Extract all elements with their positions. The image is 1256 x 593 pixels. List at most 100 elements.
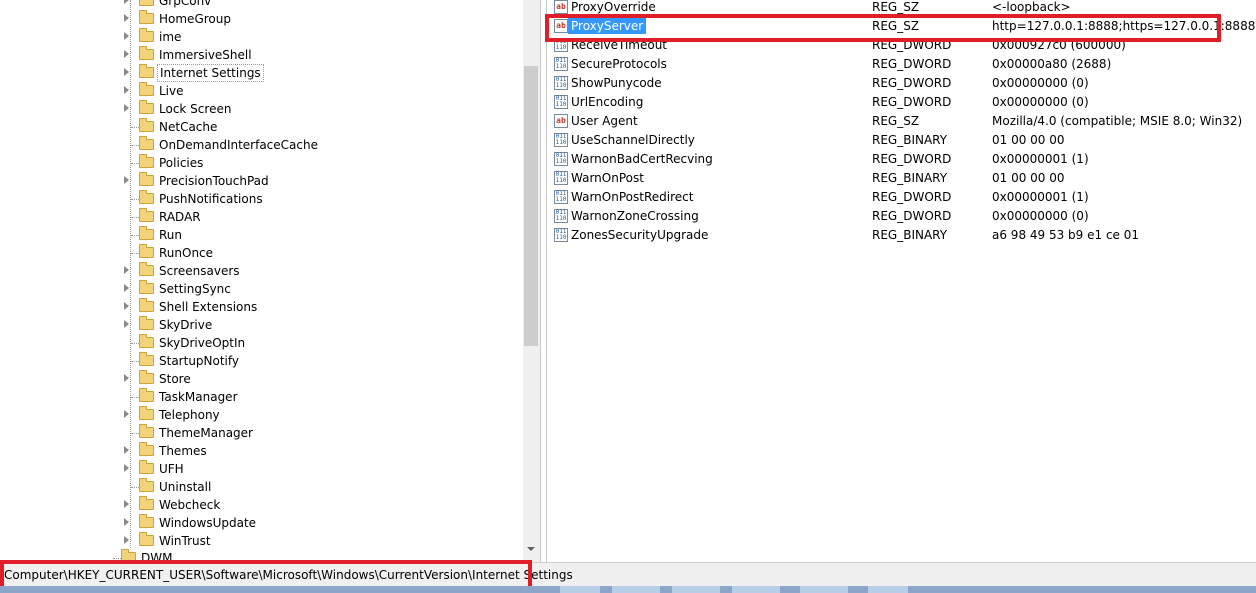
- expand-arrow-icon[interactable]: [124, 176, 129, 184]
- folder-icon: [139, 262, 154, 276]
- tree-key-item[interactable]: Themes: [0, 442, 520, 460]
- expand-arrow-icon[interactable]: [124, 518, 129, 526]
- tree-key-item[interactable]: PrecisionTouchPad: [0, 172, 520, 190]
- tree-key-item[interactable]: NetCache: [0, 118, 520, 136]
- tree-key-item[interactable]: SkyDrive: [0, 316, 520, 334]
- tree-key-item[interactable]: ThemeManager: [0, 424, 520, 442]
- expand-arrow-icon[interactable]: [124, 464, 129, 472]
- tree-connector-line: [131, 217, 139, 218]
- tree-key-item[interactable]: Store: [0, 370, 520, 388]
- taskbar-button[interactable]: [732, 586, 780, 593]
- tree-key-label: RADAR: [159, 210, 201, 224]
- registry-value-row[interactable]: 011 110 WarnonZoneCrossing REG_DWORD 0x00000…: [547, 207, 1256, 226]
- taskbar-button[interactable]: [612, 586, 660, 593]
- tree-key-item[interactable]: PushNotifications: [0, 190, 520, 208]
- expand-arrow-icon[interactable]: [124, 104, 129, 112]
- tree-key-label: ImmersiveShell: [159, 48, 252, 62]
- tree-key-item[interactable]: DWM: [0, 549, 502, 562]
- value-data: 0x00000001 (1): [992, 190, 1089, 204]
- tree-key-item[interactable]: ImmersiveShell: [0, 46, 520, 64]
- tree-key-item[interactable]: TaskManager: [0, 388, 520, 406]
- tree-key-item[interactable]: Shell Extensions: [0, 298, 520, 316]
- registry-value-row[interactable]: 011 110 WarnOnPostRedirect REG_DWORD 0x00000…: [547, 188, 1256, 207]
- tree-key-item[interactable]: WindowsUpdate: [0, 514, 520, 532]
- registry-value-row[interactable]: 011 110 WarnonBadCertRecving REG_DWORD 0x000…: [547, 150, 1256, 169]
- value-name: ProxyOverride: [571, 0, 656, 14]
- string-value-icon: ab: [554, 19, 568, 33]
- expand-arrow-icon[interactable]: [124, 266, 129, 274]
- tree-key-item[interactable]: StartupNotify: [0, 352, 520, 370]
- expand-arrow-icon[interactable]: [124, 86, 129, 94]
- expand-arrow-icon[interactable]: [124, 14, 129, 22]
- expand-arrow-icon[interactable]: [124, 536, 129, 544]
- expand-arrow-icon[interactable]: [124, 32, 129, 40]
- tree-key-item[interactable]: ime: [0, 28, 520, 46]
- taskbar-button[interactable]: [800, 586, 848, 593]
- expand-arrow-icon[interactable]: [124, 446, 129, 454]
- value-data: a6 98 49 53 b9 e1 ce 01: [992, 228, 1140, 242]
- expand-arrow-icon[interactable]: [124, 500, 129, 508]
- taskbar-button[interactable]: [672, 586, 720, 593]
- tree-key-label: TaskManager: [159, 390, 238, 404]
- tree-key-item[interactable]: RADAR: [0, 208, 520, 226]
- folder-icon: [139, 154, 154, 168]
- tree-key-item[interactable]: Policies: [0, 154, 520, 172]
- registry-value-row[interactable]: 011 110 ShowPunycode REG_DWORD 0x00000000 (0…: [547, 74, 1256, 93]
- expand-arrow-icon[interactable]: [124, 302, 129, 310]
- value-data: 0x00000000 (0): [992, 209, 1089, 223]
- registry-value-row[interactable]: ab ProxyServer REG_SZ http=127.0.0.1:8888;h…: [547, 17, 1256, 36]
- scrollbar-thumb[interactable]: [524, 66, 538, 346]
- tree-key-item[interactable]: UFH: [0, 460, 520, 478]
- tree-connector-line: [131, 127, 139, 128]
- tree-key-item[interactable]: Screensavers: [0, 262, 520, 280]
- folder-icon: [139, 28, 154, 42]
- scroll-down-arrow-icon[interactable]: [527, 547, 535, 551]
- registry-value-row[interactable]: 011 110 SecureProtocols REG_DWORD 0x00000a80…: [547, 55, 1256, 74]
- value-name: WarnonBadCertRecving: [571, 152, 713, 166]
- expand-arrow-icon[interactable]: [124, 0, 129, 4]
- expand-arrow-icon[interactable]: [124, 50, 129, 58]
- registry-values-list[interactable]: ab ProxyOverride REG_SZ <-loopback> ab ProxyS…: [546, 0, 1256, 562]
- registry-key-tree[interactable]: GrpConv HomeGroup ime ImmersiveShell Interne…: [0, 0, 541, 562]
- expand-arrow-icon[interactable]: [124, 284, 129, 292]
- value-data: <-loopback>: [992, 0, 1071, 14]
- folder-icon: [139, 316, 154, 330]
- registry-value-row[interactable]: ab User Agent REG_SZ Mozilla/4.0 (compatibl…: [547, 112, 1256, 131]
- value-type: REG_SZ: [872, 19, 920, 33]
- taskbar-button[interactable]: [868, 586, 908, 593]
- tree-key-label: StartupNotify: [159, 354, 240, 368]
- tree-key-item[interactable]: WinTrust: [0, 532, 520, 550]
- expand-arrow-icon[interactable]: [124, 320, 129, 328]
- tree-key-item[interactable]: Lock Screen: [0, 100, 520, 118]
- expand-arrow-icon[interactable]: [124, 374, 129, 382]
- tree-key-item[interactable]: GrpConv: [0, 0, 520, 10]
- value-data: http=127.0.0.1:8888;https=127.0.0.1:8888: [992, 19, 1256, 33]
- expand-arrow-icon[interactable]: [124, 68, 129, 76]
- tree-key-item[interactable]: Run: [0, 226, 520, 244]
- taskbar-button[interactable]: [560, 586, 600, 593]
- tree-key-item[interactable]: Internet Settings: [0, 64, 520, 82]
- registry-value-row[interactable]: 011 110 ReceiveTimeout REG_DWORD 0x000927c0 …: [547, 36, 1256, 55]
- registry-value-row[interactable]: 011 110 UrlEncoding REG_DWORD 0x00000000 (0): [547, 93, 1256, 112]
- registry-value-row[interactable]: 011 110 WarnOnPost REG_BINARY 01 00 00 00: [547, 169, 1256, 188]
- status-bar-key-path: Computer\HKEY_CURRENT_USER\Software\Micr…: [4, 568, 573, 582]
- registry-value-row[interactable]: ab ProxyOverride REG_SZ <-loopback>: [547, 0, 1256, 17]
- tree-key-item[interactable]: HomeGroup: [0, 10, 520, 28]
- tree-key-item[interactable]: Telephony: [0, 406, 520, 424]
- tree-connector-line: [131, 199, 139, 200]
- folder-icon: [139, 514, 154, 528]
- tree-key-item[interactable]: SkyDriveOptIn: [0, 334, 520, 352]
- tree-vertical-scrollbar[interactable]: [523, 0, 540, 562]
- registry-value-row[interactable]: 011 110 UseSchannelDirectly REG_BINARY 01 00…: [547, 131, 1256, 150]
- tree-key-label: Internet Settings: [157, 64, 264, 82]
- folder-icon: [139, 136, 154, 150]
- tree-key-item[interactable]: SettingSync: [0, 280, 520, 298]
- tree-key-item[interactable]: Webcheck: [0, 496, 520, 514]
- tree-key-label: ThemeManager: [159, 426, 253, 440]
- tree-key-item[interactable]: Live: [0, 82, 520, 100]
- registry-value-row[interactable]: 011 110 ZonesSecurityUpgrade REG_BINARY a6 9…: [547, 226, 1256, 245]
- expand-arrow-icon[interactable]: [124, 410, 129, 418]
- tree-key-item[interactable]: OnDemandInterfaceCache: [0, 136, 520, 154]
- tree-key-item[interactable]: Uninstall: [0, 478, 520, 496]
- tree-key-item[interactable]: RunOnce: [0, 244, 520, 262]
